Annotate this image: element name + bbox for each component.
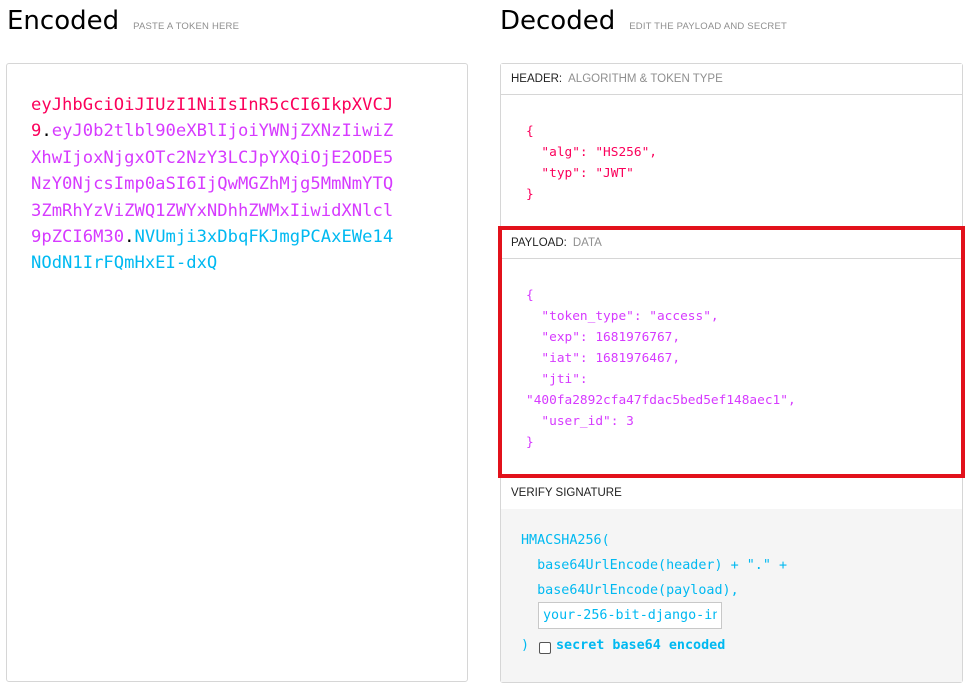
verify-signature-body: HMACSHA256( base64UrlEncode(header) + ".… [501, 509, 962, 682]
encoded-title: Encoded [7, 6, 120, 36]
verify-code-line1: HMACSHA256( [521, 533, 610, 548]
header-divider [501, 94, 962, 95]
header-section-label: HEADER: [511, 73, 563, 85]
encoded-subtitle: PASTE A TOKEN HERE [133, 21, 240, 32]
header-section-sublabel: ALGORITHM & TOKEN TYPE [568, 73, 723, 85]
token-dot-1: . [41, 121, 52, 142]
header-json-editor[interactable]: { "alg": "HS256", "typ": "JWT" } [526, 121, 657, 205]
verify-code-line2: base64UrlEncode(header) + "." + [521, 558, 788, 573]
payload-highlight-box [498, 226, 965, 478]
header-section-bar: HEADER: ALGORITHM & TOKEN TYPE [501, 64, 962, 94]
verify-section-bar: VERIFY SIGNATURE [501, 477, 962, 509]
verify-code-line3: base64UrlEncode(payload), [521, 583, 739, 598]
secret-base64-checkbox[interactable] [539, 642, 551, 654]
secret-input[interactable] [538, 602, 722, 629]
decoded-heading: Decoded EDIT THE PAYLOAD AND SECRET [500, 6, 787, 42]
encoded-heading: Encoded PASTE A TOKEN HERE [7, 6, 239, 42]
secret-base64-label[interactable]: secret base64 encoded [556, 638, 725, 653]
encoded-token-text[interactable]: eyJhbGciOiJIUzI1NiIsInR5cCI6IkpXVCJ9.eyJ… [31, 92, 401, 277]
encoded-token-panel[interactable]: eyJhbGciOiJIUzI1NiIsInR5cCI6IkpXVCJ9.eyJ… [6, 63, 468, 682]
verify-section-label: VERIFY SIGNATURE [511, 487, 622, 499]
decoded-subtitle: EDIT THE PAYLOAD AND SECRET [629, 21, 788, 32]
decoded-title: Decoded [500, 6, 616, 36]
verify-close-paren: ) [521, 638, 530, 653]
token-dot-2: . [124, 227, 135, 248]
